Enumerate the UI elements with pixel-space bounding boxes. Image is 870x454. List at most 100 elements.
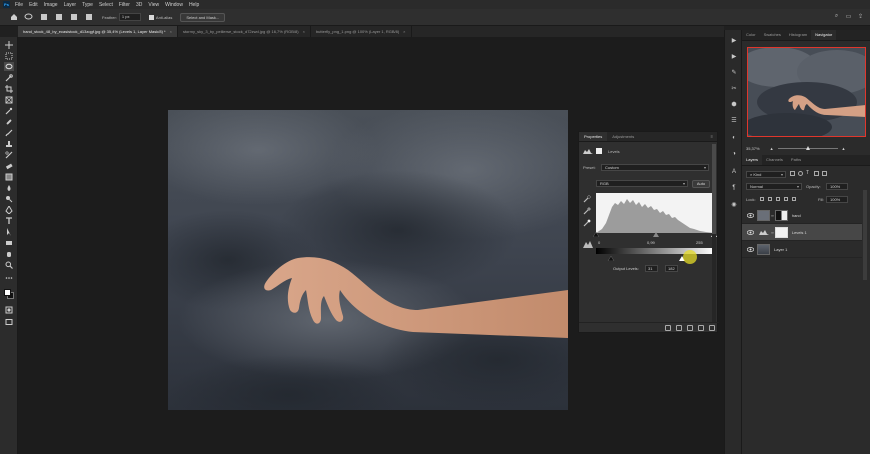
screen-mode-icon[interactable]	[4, 317, 14, 326]
menu-file[interactable]: File	[15, 2, 23, 8]
delete-icon[interactable]	[709, 324, 715, 331]
foreground-color-swatch[interactable]	[4, 289, 11, 296]
dodge-tool-icon[interactable]	[4, 194, 14, 203]
doc-tab-hand[interactable]: hand_stock_48_by_ecasistock_d13zqgf.jpg …	[18, 26, 178, 37]
menu-edit[interactable]: Edit	[29, 2, 38, 8]
zoom-in-icon[interactable]: ▲	[842, 146, 846, 151]
clip-to-layer-icon[interactable]	[665, 324, 671, 331]
share-icon[interactable]: ⇪	[857, 13, 864, 20]
blur-tool-icon[interactable]	[4, 183, 14, 192]
adjustment-filter-icon[interactable]	[798, 171, 803, 176]
eyedropper-tool-icon[interactable]	[4, 106, 14, 115]
intersect-selection-icon[interactable]	[84, 13, 93, 22]
search-icon[interactable]: ⌕	[833, 13, 840, 20]
close-icon[interactable]: ×	[403, 29, 405, 34]
auto-button[interactable]: Auto	[692, 180, 710, 188]
menu-view[interactable]: View	[148, 2, 159, 8]
white-point-eyedropper-icon[interactable]	[583, 219, 591, 227]
link-icon[interactable]: ∞	[771, 213, 774, 218]
paragraph-panel-icon[interactable]: ¶	[730, 184, 738, 192]
gradient-tool-icon[interactable]	[4, 172, 14, 181]
zoom-tool-icon[interactable]	[4, 260, 14, 269]
character-panel-icon[interactable]: A	[730, 168, 738, 176]
menu-select[interactable]: Select	[99, 2, 113, 8]
path-selection-tool-icon[interactable]	[4, 227, 14, 236]
input-white-value[interactable]: 255	[696, 240, 703, 245]
zoom-slider-knob[interactable]	[805, 145, 810, 150]
move-tool-icon[interactable]	[4, 40, 14, 49]
visibility-eye-icon[interactable]	[746, 211, 754, 219]
doc-tab-butterfly[interactable]: butterfly_png_1.png @ 100% (Layer 1, RGB…	[311, 26, 412, 37]
history-panel-icon[interactable]: ▶	[730, 36, 738, 44]
rectangle-tool-icon[interactable]	[4, 238, 14, 247]
smart-object-filter-icon[interactable]	[822, 171, 827, 176]
type-tool-icon[interactable]	[4, 216, 14, 225]
panel-menu-icon[interactable]: ≡	[711, 134, 713, 139]
pen-tool-icon[interactable]	[4, 205, 14, 214]
add-selection-icon[interactable]	[54, 13, 63, 22]
layer-row-levels[interactable]: ∞ Levels 1	[742, 224, 862, 241]
tab-layers[interactable]: Layers	[742, 155, 763, 165]
channel-dropdown[interactable]: RGB ▾	[596, 180, 688, 187]
visibility-icon[interactable]	[698, 324, 704, 331]
adjustments-icon[interactable]: ◑	[730, 150, 738, 158]
tab-navigator[interactable]: Navigator	[811, 30, 837, 40]
type-filter-icon[interactable]: T	[806, 171, 811, 176]
lasso-tool-icon[interactable]	[4, 62, 14, 71]
tool-presets-icon[interactable]: ✂	[730, 84, 738, 92]
shape-filter-icon[interactable]	[814, 171, 819, 176]
output-black-field[interactable]: 31	[645, 265, 658, 272]
hand-tool-icon[interactable]	[4, 249, 14, 258]
output-white-field[interactable]: 182	[665, 265, 678, 272]
tab-histogram[interactable]: Histogram	[785, 30, 811, 40]
layer-name[interactable]: Layer 1	[774, 247, 787, 252]
glyphs-icon[interactable]: ◉	[730, 200, 738, 208]
link-icon[interactable]: ∞	[771, 230, 774, 235]
zoom-out-icon[interactable]: ▲	[770, 146, 774, 151]
lock-all-icon[interactable]	[792, 197, 796, 201]
quick-selection-tool-icon[interactable]	[4, 73, 14, 82]
preset-dropdown[interactable]: Custom ▾	[601, 164, 709, 171]
layers-scrollbar[interactable]	[863, 190, 867, 280]
doc-tab-stormy-sky[interactable]: stormy_sky_3_by_peilierse_stock_d72zwd.j…	[178, 26, 311, 37]
menu-type[interactable]: Type	[82, 2, 93, 8]
clone-stamp-tool-icon[interactable]	[4, 139, 14, 148]
view-previous-icon[interactable]	[676, 324, 682, 331]
color-swatches[interactable]	[4, 289, 14, 299]
close-icon[interactable]: ×	[303, 29, 305, 34]
menu-filter[interactable]: Filter	[119, 2, 130, 8]
frame-tool-icon[interactable]	[4, 95, 14, 104]
subtract-selection-icon[interactable]	[69, 13, 78, 22]
navigator-zoom-value[interactable]: 35,37%	[746, 146, 760, 151]
tab-color[interactable]: Color	[742, 30, 760, 40]
brush-tool-icon[interactable]	[4, 128, 14, 137]
scrollbar-thumb[interactable]	[712, 144, 716, 234]
more-tools-icon[interactable]	[4, 273, 14, 282]
actions-panel-icon[interactable]: ▶	[730, 52, 738, 60]
tab-properties[interactable]: Properties	[579, 132, 608, 141]
properties-panel-icon[interactable]: ◐	[730, 134, 738, 142]
lock-position-icon[interactable]	[776, 197, 780, 201]
fill-field[interactable]: 100%	[826, 196, 848, 203]
tab-paths[interactable]: Paths	[787, 155, 805, 165]
tab-swatches[interactable]: Swatches	[760, 30, 785, 40]
input-levels-sliders[interactable]	[593, 231, 717, 237]
libraries-icon[interactable]: ☰	[730, 116, 738, 124]
gray-point-eyedropper-icon[interactable]	[583, 207, 591, 215]
black-point-eyedropper-icon[interactable]	[583, 195, 591, 203]
zoom-slider[interactable]	[777, 145, 838, 150]
input-gamma-value[interactable]: 0,99	[647, 240, 655, 245]
history-brush-tool-icon[interactable]	[4, 150, 14, 159]
quick-mask-icon[interactable]	[4, 305, 14, 314]
lock-transparency-icon[interactable]	[760, 197, 764, 201]
input-black-value[interactable]: 0	[598, 240, 600, 245]
layer-mask-icon[interactable]	[596, 148, 602, 154]
close-icon[interactable]: ×	[170, 29, 172, 34]
menu-image[interactable]: Image	[44, 2, 58, 8]
layer-row-layer1[interactable]: Layer 1	[742, 241, 862, 258]
tab-channels[interactable]: Channels	[762, 155, 787, 165]
reset-icon[interactable]	[687, 324, 693, 331]
layer-mask-thumbnail[interactable]	[774, 226, 788, 238]
navigator-preview[interactable]	[747, 47, 866, 137]
workspace-icon[interactable]: ▭	[845, 13, 852, 20]
